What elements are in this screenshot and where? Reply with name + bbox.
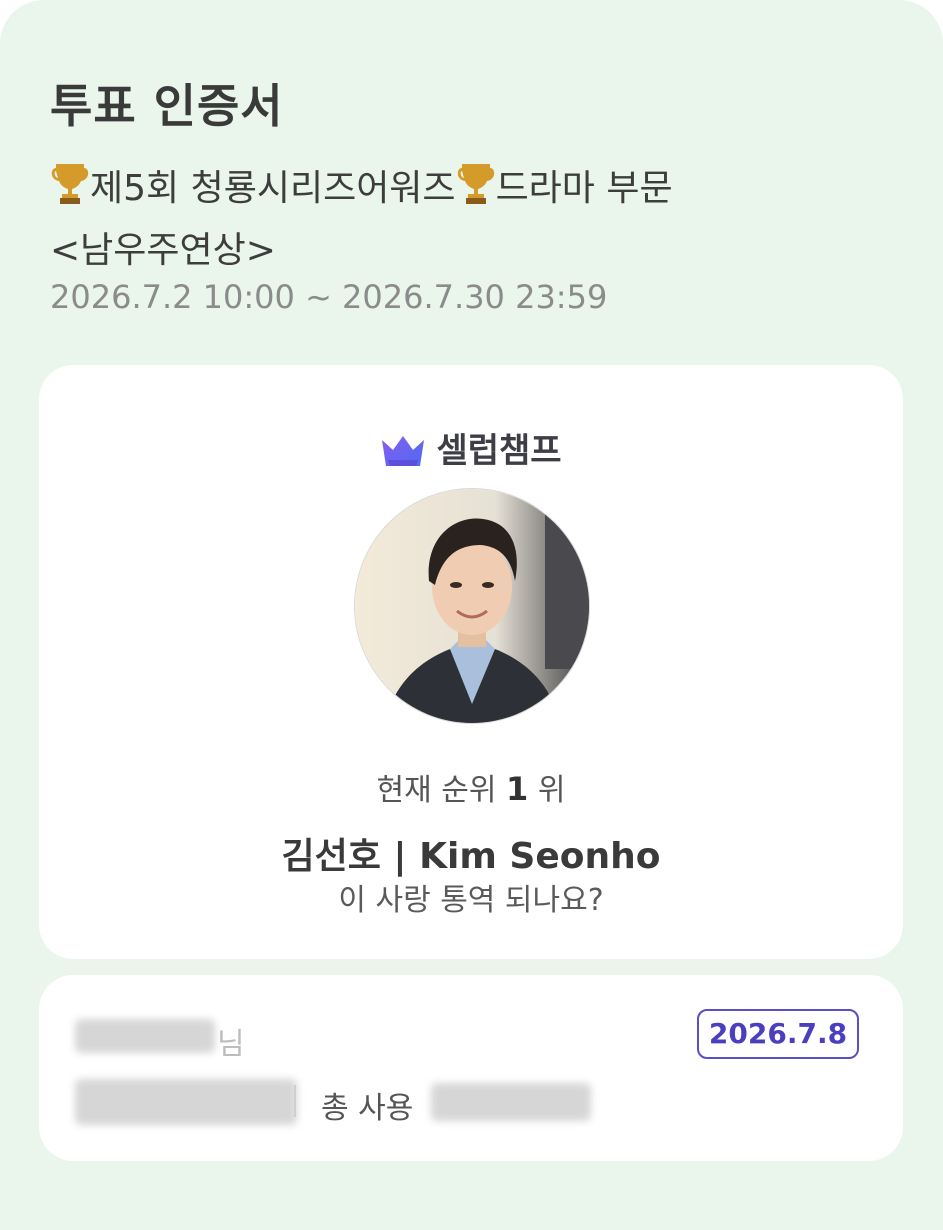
vote-period: 2026.7.2 10:00 ~ 2026.7.30 23:59 — [50, 278, 608, 316]
redacted-username — [75, 1019, 215, 1053]
total-used-label: 총 사용 — [321, 1091, 414, 1126]
rank-suffix: 위 — [537, 773, 566, 808]
vote-info-card: 님 2026.7.8 총 사용 — [39, 975, 903, 1161]
crown-logo-icon — [382, 436, 425, 466]
trophy-icon — [50, 160, 90, 222]
current-rank: 현재 순위 1 위 — [39, 765, 903, 809]
brand-logo: 셀럽챔프 — [39, 423, 903, 472]
trophy-icon — [456, 160, 496, 222]
certificate-sheet: 투표 인증서 제5회 청룡시리즈어워즈 드라마 부문 <남우주연상> 2026.… — [0, 0, 943, 1230]
rank-prefix: 현재 순위 — [376, 773, 497, 808]
event-name-part2: 드라마 부문 — [495, 168, 673, 209]
user-suffix: 님 — [217, 1027, 245, 1062]
vote-date-badge: 2026.7.8 — [697, 1009, 859, 1059]
page-title: 투표 인증서 — [50, 79, 284, 133]
candidate-name: 김선호 | Kim Seonho — [281, 836, 661, 877]
redacted-user-id — [75, 1079, 297, 1125]
brand-name: 셀럽챔프 — [436, 431, 562, 471]
event-name: 제5회 청룡시리즈어워즈 드라마 부문 <남우주연상> — [50, 160, 880, 280]
redacted-total-votes — [431, 1083, 591, 1121]
candidate-avatar — [354, 488, 590, 724]
event-name-part1: 제5회 청룡시리즈어워즈 — [90, 168, 456, 209]
info-divider — [294, 1085, 296, 1117]
rank-number: 1 — [506, 770, 529, 808]
candidate-card: 셀럽챔프 현재 순위 1 위 김선호 | Kim Seonho 이 사랑 통역 … — [39, 365, 903, 959]
event-category: <남우주연상> — [50, 230, 276, 271]
candidate-work: 이 사랑 통역 되나요? — [338, 883, 604, 918]
